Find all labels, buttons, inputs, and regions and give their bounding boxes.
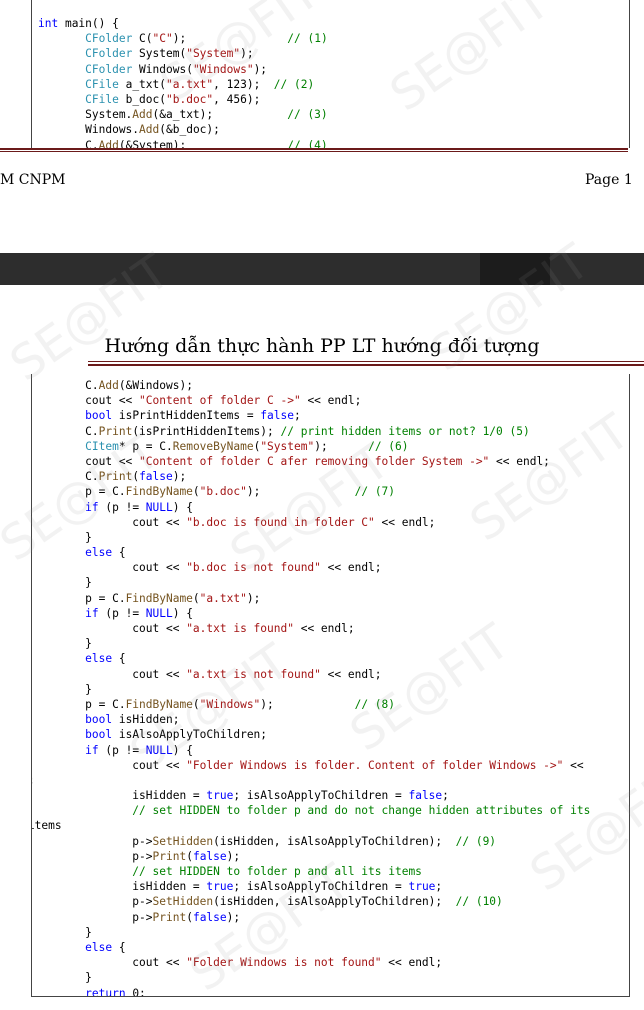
code-line: // set HIDDEN to folder p and do not cha…: [132, 804, 591, 818]
code-line: cout << "Folder Windows is not found" <<…: [38, 956, 443, 970]
code-block-top: int main() { CFolder C("C"); // (1) CFol…: [31, 0, 630, 148]
code-line: else {: [85, 652, 126, 666]
code-line: CFolder System("System");: [85, 47, 254, 61]
code-line: sub-items: [31, 819, 62, 833]
code-line: p->SetHidden(isHidden, isAlsoApplyToChil…: [38, 834, 497, 848]
code-line: }: [38, 530, 92, 544]
code-line: p = C.FindByName("Windows"); // (8): [38, 697, 396, 711]
code-line: p->Print(false);: [38, 849, 241, 863]
code-line: Windows.Add(&b_doc);: [38, 123, 220, 137]
code-line: if (p != NULL) {: [85, 500, 193, 514]
code-line: C.Print(isPrintHiddenItems); // print hi…: [38, 424, 530, 438]
code-line: CItem* p = C.RemoveByName("System"); // …: [85, 439, 409, 453]
code-line: if (p != NULL) {: [85, 743, 193, 757]
code-line: }: [38, 682, 92, 696]
code-line: CFolder Windows("Windows");: [85, 62, 268, 76]
code-listing-top: int main() { CFolder C("C"); // (1) CFol…: [32, 0, 629, 148]
page-separator-block: [480, 253, 550, 285]
code-line: System.Add(&a_txt); // (3): [38, 108, 328, 122]
code-line: endl;: [32, 773, 629, 788]
code-line: }: [38, 637, 92, 651]
header-rule-thin: [88, 361, 644, 362]
footer-rule-thin: [0, 151, 628, 152]
code-line: return 0;: [85, 986, 146, 997]
code-line: bool isAlsoApplyToChildren;: [85, 728, 268, 742]
code-line: // set HIDDEN to folder p and all its it…: [132, 865, 422, 878]
code-line: cout << "a.txt is not found" << endl;: [38, 667, 382, 681]
code-line: cout << "Content of folder C ->" << endl…: [38, 394, 362, 408]
code-line: isHidden = true; isAlsoApplyToChildren =…: [38, 789, 449, 803]
code-listing-main: C.Add(&Windows); cout << "Content of fol…: [31, 374, 629, 997]
code-line: if (p != NULL) {: [85, 606, 193, 620]
code-line: }: [38, 971, 92, 985]
code-line: C.Add(&Windows);: [38, 379, 193, 392]
code-line: else {: [85, 940, 126, 954]
code-line: cout << "b.doc is not found" << endl;: [38, 561, 382, 575]
code-line: C.Add(&System); // (4): [38, 138, 328, 149]
code-line: int main() {: [38, 17, 119, 30]
code-line: C.Print(false);: [38, 470, 187, 484]
code-line: p = C.FindByName("b.doc"); // (7): [38, 485, 396, 499]
code-line: }: [38, 925, 92, 939]
footer-rule: [0, 148, 628, 150]
code-line: CFolder C("C"); // (1): [85, 32, 328, 46]
code-line: isHidden = true; isAlsoApplyToChildren =…: [38, 880, 443, 894]
code-line: bool isHidden;: [85, 713, 180, 727]
code-line: cout << "a.txt is found" << endl;: [38, 622, 355, 635]
code-line: p->SetHidden(isHidden, isAlsoApplyToChil…: [38, 895, 503, 909]
code-line: cout << "Folder Windows is folder. Conte…: [38, 758, 584, 772]
code-line: CFile a_txt("a.txt", 123); // (2): [85, 77, 315, 91]
code-line: else {: [85, 546, 126, 560]
header-rule: [88, 364, 644, 366]
code-line: bool isPrintHiddenItems = false;: [85, 409, 301, 423]
code-line: p->Print(false);: [38, 910, 241, 924]
code-line: cout << "b.doc is found in folder C" << …: [38, 515, 436, 529]
code-block-main: C.Add(&Windows); cout << "Content of fol…: [31, 374, 630, 997]
footer-course-label: M CNPM: [0, 172, 66, 188]
code-line: p = C.FindByName("a.txt");: [38, 591, 261, 605]
code-line: }: [38, 576, 92, 590]
code-line: cout << "Content of folder C afer removi…: [38, 454, 550, 468]
page-header-title: Hướng dẫn thực hành PP LT hướng đối tượn…: [104, 335, 540, 357]
footer-page-number: Page 1: [585, 172, 633, 188]
code-line: CFile b_doc("b.doc", 456);: [85, 92, 261, 106]
